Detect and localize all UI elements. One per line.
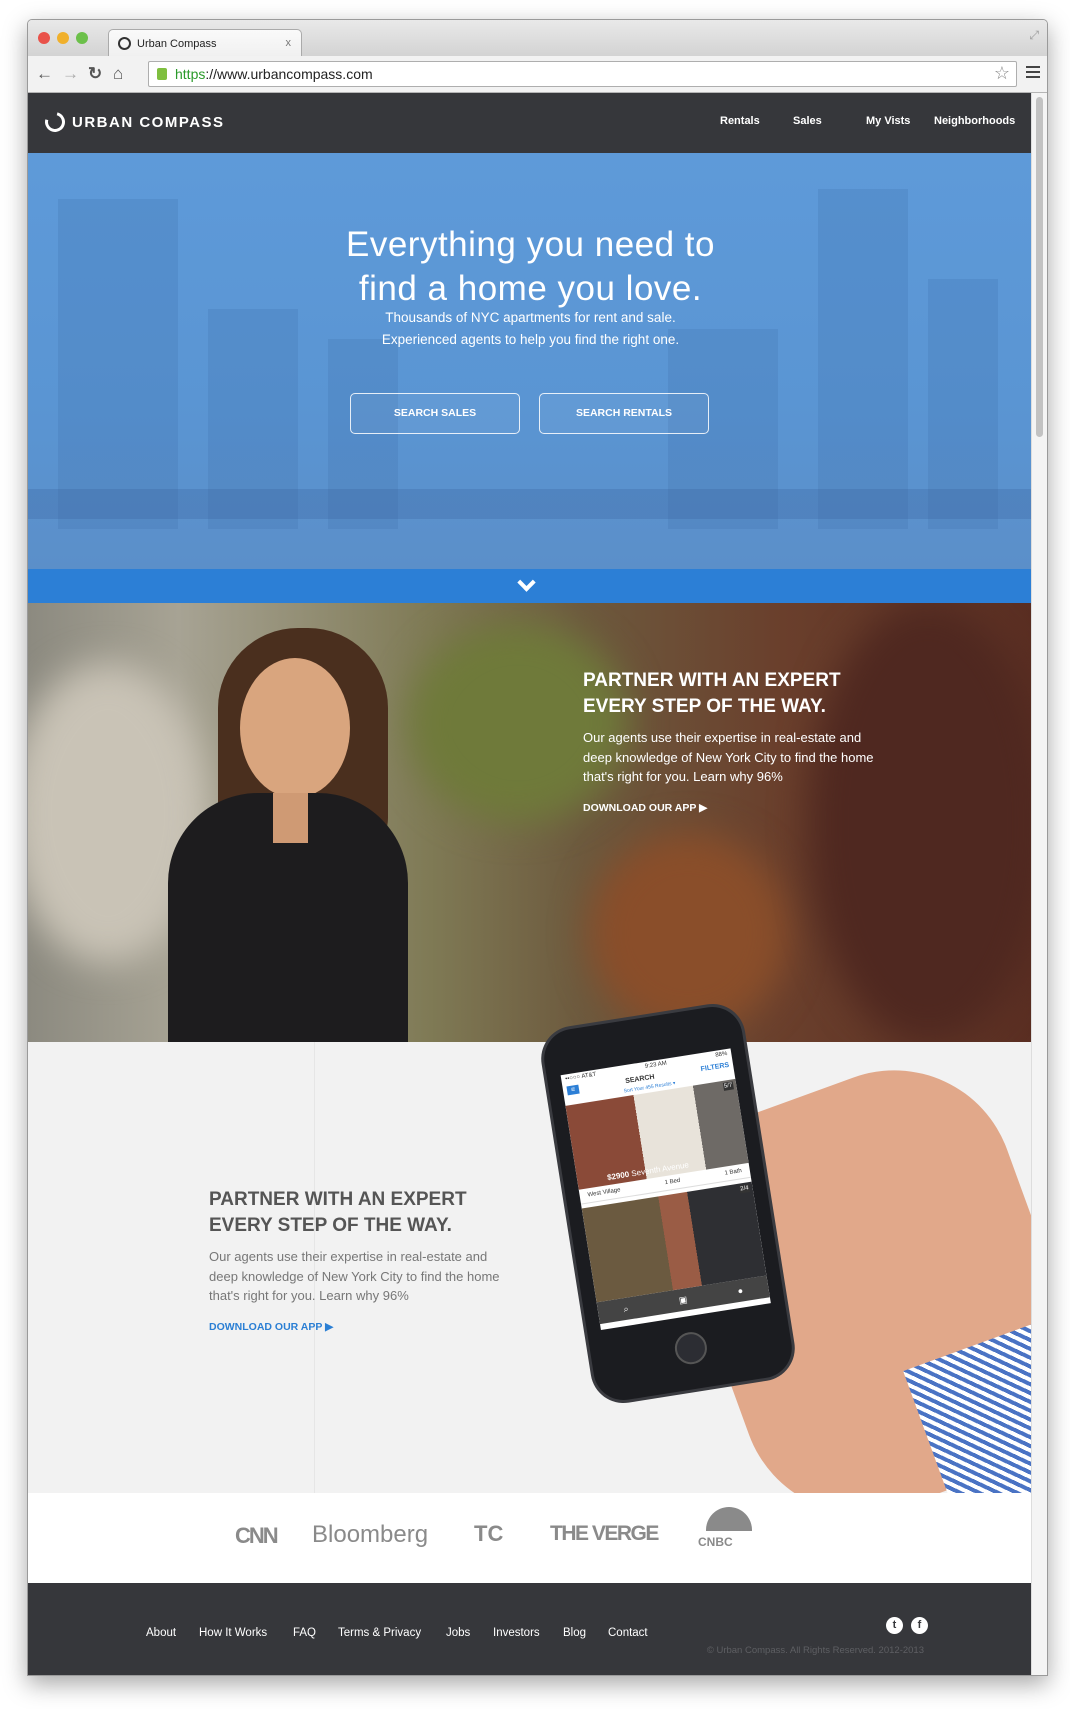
- browser-toolbar: ← → ↻ ⌂ https://www.urbancompass.com ☆: [28, 56, 1047, 93]
- browser-tab[interactable]: Urban Compass x: [108, 29, 302, 57]
- download-app-link-2[interactable]: DOWNLOAD OUR APP ▶: [209, 1321, 519, 1333]
- download-app-label: DOWNLOAD OUR APP: [583, 801, 697, 814]
- the-verge-logo: THE VERGE: [550, 1522, 659, 1545]
- scrollbar[interactable]: [1031, 93, 1047, 1675]
- url-text: ://www.urbancompass.com: [205, 66, 373, 82]
- footer-how-it-works[interactable]: How It Works: [199, 1627, 267, 1639]
- close-window-button[interactable]: [38, 32, 50, 44]
- hero-subtext-line2: Experienced agents to help you find the …: [381, 332, 680, 347]
- search-rentals-button[interactable]: SEARCH RENTALS: [539, 393, 709, 434]
- feature-body: Our agents use their expertise in real-e…: [583, 730, 874, 784]
- listing-price: $2900: [606, 1169, 630, 1183]
- feature-overlay-text: PARTNER WITH AN EXPERT EVERY STEP OF THE…: [583, 668, 883, 814]
- listing-beds: 1 Bed: [664, 1177, 681, 1187]
- fullscreen-icon[interactable]: ⤢: [1029, 28, 1039, 43]
- footer-about[interactable]: About: [146, 1627, 176, 1639]
- footer-faq[interactable]: FAQ: [293, 1627, 316, 1639]
- feature-heading-line2: EVERY STEP OF THE WAY.: [583, 696, 826, 717]
- logo-text: URBAN COMPASS: [72, 113, 225, 131]
- address-bar[interactable]: https://www.urbancompass.com ☆: [148, 61, 1017, 87]
- web-page: URBAN COMPASS Rentals Sales My Vists Nei…: [28, 93, 1033, 1675]
- photo-count-2: 2/4: [738, 1184, 751, 1194]
- nav-sales[interactable]: Sales: [793, 115, 822, 127]
- lock-icon: [157, 68, 167, 80]
- hero-headline-line2: find a home you love.: [358, 269, 703, 308]
- app-section-text: PARTNER WITH AN EXPERT EVERY STEP OF THE…: [209, 1187, 519, 1333]
- app-heading-line1: PARTNER WITH AN EXPERT: [209, 1189, 467, 1210]
- download-app-link[interactable]: DOWNLOAD OUR APP ▶: [583, 802, 883, 814]
- photo-count: 5/7: [722, 1081, 734, 1091]
- footer-blog[interactable]: Blog: [563, 1627, 586, 1639]
- phone-screen: ••○○○ AT&T 9:23 AM 88% ≡ SEARCH FILTERS Sort…: [560, 1048, 771, 1331]
- home-icon[interactable]: ⌂: [113, 64, 123, 84]
- scrollbar-thumb[interactable]: [1036, 97, 1043, 437]
- search-sales-button[interactable]: SEARCH SALES: [350, 393, 520, 434]
- footer-jobs[interactable]: Jobs: [446, 1627, 470, 1639]
- scroll-down-band[interactable]: [28, 569, 1033, 603]
- phone-battery: 88%: [714, 1050, 728, 1059]
- profile-tab-icon: ●: [736, 1285, 744, 1297]
- hero-section: Everything you need to find a home you l…: [28, 153, 1033, 569]
- site-logo[interactable]: URBAN COMPASS: [41, 108, 225, 136]
- chevron-down-icon[interactable]: [517, 573, 536, 592]
- hero-subtext-line1: Thousands of NYC apartments for rent and…: [385, 310, 676, 325]
- app-section: PARTNER WITH AN EXPERT EVERY STEP OF THE…: [28, 1002, 1033, 1548]
- hero-headline-line1: Everything you need to: [345, 225, 715, 264]
- footer-contact[interactable]: Contact: [608, 1627, 648, 1639]
- favicon-icon: [118, 37, 131, 50]
- copyright: © Urban Compass. All Rights Reserved. 20…: [706, 1645, 924, 1656]
- back-icon[interactable]: ←: [36, 64, 53, 84]
- nav-my-visits[interactable]: My Vists: [866, 115, 910, 127]
- app-body: Our agents use their expertise in real-e…: [209, 1249, 500, 1303]
- menu-icon[interactable]: [1026, 66, 1040, 81]
- press-logos: CNN Bloomberg TC THE VERGE CNBC: [28, 1493, 1033, 1583]
- peacock-icon: [706, 1507, 752, 1531]
- phone-mockup: ••○○○ AT&T 9:23 AM 88% ≡ SEARCH FILTERS Sort…: [539, 1002, 797, 1405]
- site-footer: About How It Works FAQ Terms & Privacy J…: [28, 1583, 1033, 1675]
- forward-icon[interactable]: →: [62, 64, 79, 84]
- bookmark-star-icon[interactable]: ☆: [994, 63, 1010, 84]
- nav-rentals[interactable]: Rentals: [720, 115, 760, 127]
- browser-window: Urban Compass x ⤢ ← → ↻ ⌂ https://www.ur…: [27, 19, 1048, 1676]
- footer-investors[interactable]: Investors: [493, 1627, 540, 1639]
- agent-photo-section: PARTNER WITH AN EXPERT EVERY STEP OF THE…: [28, 603, 1033, 1042]
- feature-heading-line1: PARTNER WITH AN EXPERT: [583, 670, 841, 691]
- facebook-icon[interactable]: f: [911, 1617, 928, 1634]
- minimize-window-button[interactable]: [57, 32, 69, 44]
- cnn-logo: CNN: [235, 1523, 279, 1548]
- twitter-icon[interactable]: t: [886, 1617, 903, 1634]
- site-nav: URBAN COMPASS Rentals Sales My Vists Nei…: [28, 93, 1033, 153]
- list-view-icon: ≡: [566, 1084, 580, 1096]
- bloomberg-logo: Bloomberg: [312, 1521, 429, 1548]
- tab-strip: Urban Compass x ⤢: [28, 20, 1047, 57]
- home-button: [672, 1329, 710, 1367]
- tab-title: Urban Compass: [137, 38, 217, 50]
- calendar-tab-icon: ▣: [677, 1293, 688, 1305]
- zoom-window-button[interactable]: [76, 32, 88, 44]
- tab-close-icon[interactable]: x: [286, 37, 292, 49]
- nav-neighborhoods[interactable]: Neighborhoods: [934, 115, 1015, 127]
- listing-hood: West Village: [587, 1187, 621, 1199]
- techcrunch-logo: TC: [474, 1521, 504, 1546]
- listing-baths: 1 Bath: [724, 1168, 743, 1177]
- footer-terms-privacy[interactable]: Terms & Privacy: [338, 1627, 421, 1639]
- compass-logo-icon: [41, 108, 69, 136]
- play-arrow-icon: ▶: [325, 1320, 334, 1333]
- url-scheme: https: [175, 66, 206, 82]
- play-arrow-icon: ▶: [699, 801, 708, 814]
- app-heading-line2: EVERY STEP OF THE WAY.: [209, 1215, 452, 1236]
- search-tab-icon: ⌕: [622, 1303, 630, 1314]
- reload-icon[interactable]: ↻: [88, 64, 102, 84]
- download-app-label: DOWNLOAD OUR APP: [209, 1320, 323, 1333]
